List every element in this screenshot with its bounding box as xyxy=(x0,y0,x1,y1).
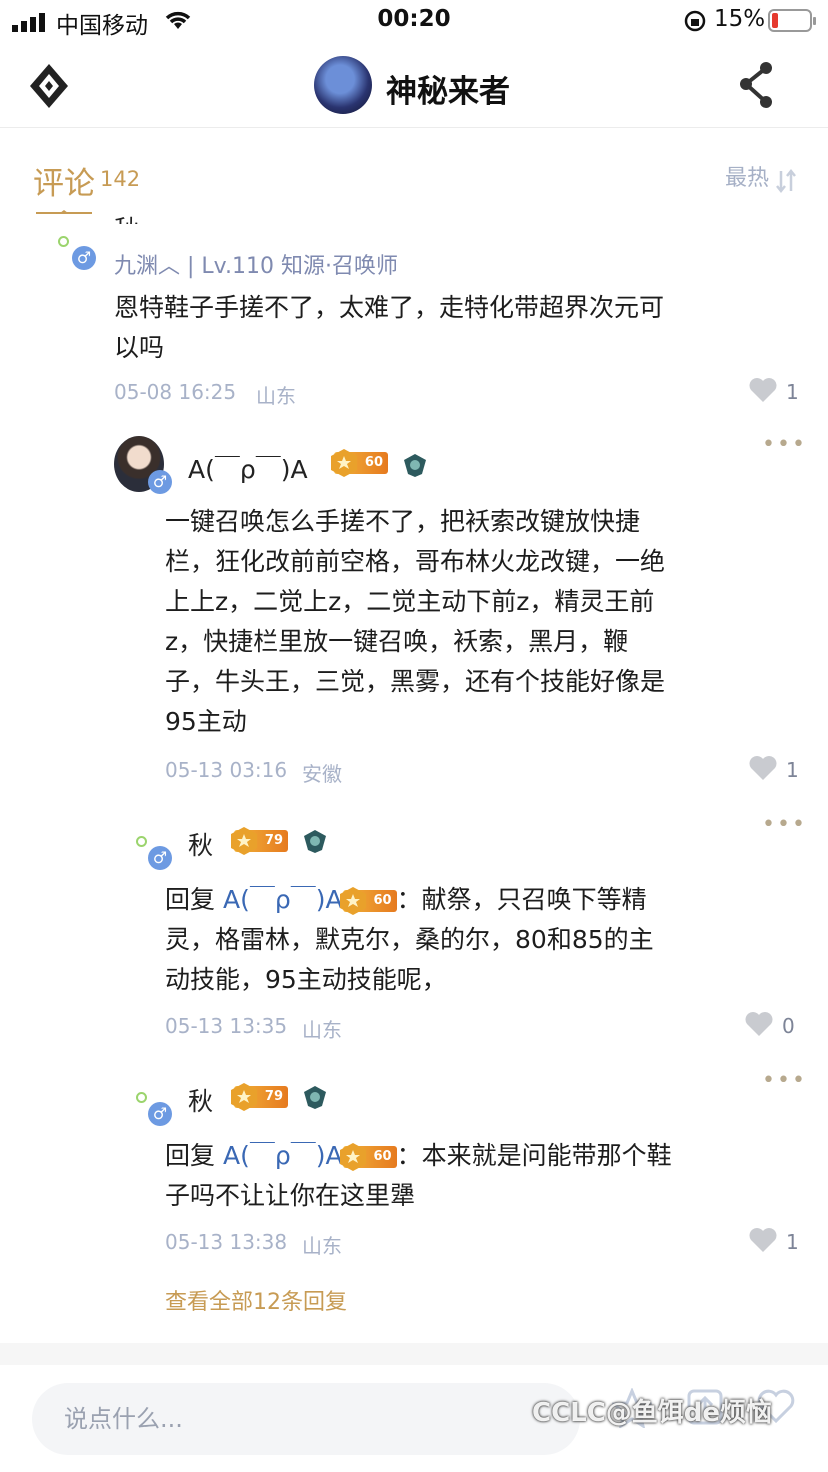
comment-line: 以吗 xyxy=(114,333,165,362)
comment-input-wrapper xyxy=(32,1383,580,1455)
page-title: 神秘来者 xyxy=(386,74,510,110)
comment-line: 回复 A(￣ρ￣)A 60 ：献祭，只召唤下等精 xyxy=(165,880,785,920)
comment-item: ♂ 秋 79 ••• 回复 A(￣ρ￣)A 60 ：本来就是问能带那个鞋 子吗不让让… xyxy=(0,1066,828,1266)
reply-prefix: 回复 xyxy=(165,1141,216,1170)
comment-time: 05-13 13:35 xyxy=(165,1014,288,1038)
comment-body: 回复 A(￣ρ￣)A 60 ：献祭，只召唤下等精 灵，格雷林，默克尔，桑的尔，80和… xyxy=(165,880,785,1000)
heart-icon[interactable] xyxy=(744,1010,774,1038)
comment-line: 回复 A(￣ρ￣)A 60 ：本来就是问能带那个鞋 xyxy=(165,1136,785,1176)
author-avatar[interactable] xyxy=(314,56,372,114)
comment-line: 动技能，95主动技能呢， xyxy=(165,965,447,994)
sort-button[interactable]: 最热 xyxy=(725,160,798,194)
comment-location: 山东 xyxy=(302,1018,342,1042)
comment-author-name[interactable]: 秋 xyxy=(114,210,139,224)
mention-link[interactable]: A(￣ρ￣)A xyxy=(223,885,343,914)
level-badge: 60 xyxy=(331,449,388,477)
like-count: 1 xyxy=(786,758,799,782)
comments-count: 142 xyxy=(100,167,141,191)
rank-emblem-icon xyxy=(404,454,426,477)
like-count: 1 xyxy=(786,1230,799,1254)
comment-body: 一键召唤怎么手搓不了，把袄索改键放快捷 栏，狂化改前前空格，哥布林火龙改键，一绝… xyxy=(165,502,785,742)
more-icon[interactable]: ••• xyxy=(762,432,807,457)
comment-location: 安徽 xyxy=(302,762,342,786)
like-count: 1 xyxy=(786,380,799,404)
comment-location: 山东 xyxy=(256,384,296,408)
comment-time: 05-13 13:38 xyxy=(165,1230,288,1254)
comment-author-meta: 九渊︿ | Lv.110 知源·召唤师 xyxy=(114,254,398,279)
level-number: 79 xyxy=(264,833,283,848)
comment-input[interactable] xyxy=(32,1383,580,1455)
comment-body: 恩特鞋子手搓不了，太难了，走特化带超界次元可 以吗 xyxy=(114,288,794,368)
comment-line: 一键召唤怎么手搓不了，把袄索改键放快捷 xyxy=(165,507,641,536)
lock-rotation-icon xyxy=(684,10,706,32)
male-icon: ♂ xyxy=(148,1102,172,1126)
back-diamond-icon[interactable] xyxy=(28,62,70,110)
level-hex-icon xyxy=(339,1143,366,1171)
comment-item: ♂ 秋 79 ••• 回复 A(￣ρ￣)A 60 ：献祭，只召唤下等精 灵，格雷林，… xyxy=(0,810,828,1050)
comment-text: ：本来就是问能带那个鞋 xyxy=(396,1141,672,1170)
male-icon: ♂ xyxy=(148,846,172,870)
comment-item: ♂ A(￣ρ￣)A 60 ••• 一键召唤怎么手搓不了，把袄索改键放快捷 栏，狂… xyxy=(0,430,828,800)
comment-line: 恩特鞋子手搓不了，太难了，走特化带超界次元可 xyxy=(114,293,665,322)
level-hex-icon xyxy=(231,1083,257,1111)
level-number: 79 xyxy=(264,1089,283,1104)
mention-link[interactable]: A(￣ρ￣)A xyxy=(223,1141,343,1170)
online-dot xyxy=(58,236,69,247)
heart-icon[interactable] xyxy=(748,1226,778,1254)
reply-prefix: 回复 xyxy=(165,885,216,914)
comment-author-name[interactable]: A(￣ρ￣)A xyxy=(188,450,308,486)
battery-icon xyxy=(768,9,816,32)
comment-line: 子吗不让让你在这里犟 xyxy=(165,1181,416,1210)
comment-line: 上上z，二觉上z，二觉主动下前z，精灵王前 xyxy=(165,587,655,616)
comment-location: 山东 xyxy=(302,1234,342,1258)
comment-line: 栏，狂化改前前空格，哥布林火龙改键，一绝 xyxy=(165,547,666,576)
level-badge: 60 xyxy=(339,1143,397,1171)
view-all-replies-link[interactable]: 查看全部12条回复 xyxy=(165,1284,347,1316)
share-icon[interactable] xyxy=(736,60,776,110)
sort-icon xyxy=(776,168,797,193)
male-icon: ♂ xyxy=(148,470,172,494)
comment-author-name[interactable]: 秋 xyxy=(188,826,213,862)
comment-text: ：献祭，只召唤下等精 xyxy=(396,885,647,914)
level-number: 60 xyxy=(373,1149,392,1164)
level-badge: 79 xyxy=(231,1083,288,1111)
like-count: 0 xyxy=(782,1014,795,1038)
heart-icon[interactable] xyxy=(748,376,778,404)
level-number: 60 xyxy=(364,455,383,470)
level-number: 60 xyxy=(373,893,392,908)
status-bar: 中国移动 00:20 15% xyxy=(0,0,828,44)
level-badge: 60 xyxy=(339,887,397,915)
comment-time: 05-13 03:16 xyxy=(165,758,288,782)
comment-item: 秋 ♂ 九渊︿ | Lv.110 知源·召唤师 恩特鞋子手搓不了，太难了，走特化… xyxy=(0,214,828,414)
comment-line: 95主动 xyxy=(165,707,247,736)
watermark: CCLC@鱼饵de烦恼 xyxy=(532,1398,773,1428)
battery-percent: 15% xyxy=(714,6,766,32)
heart-icon[interactable] xyxy=(748,754,778,782)
divider xyxy=(0,1343,828,1365)
more-icon[interactable]: ••• xyxy=(762,812,807,837)
level-hex-icon xyxy=(231,827,257,855)
comment-line: 子，牛头王，三觉，黑雾，还有个技能好像是 xyxy=(165,667,666,696)
rank-emblem-icon xyxy=(304,1086,326,1109)
comment-line: z，快捷栏里放一键召唤，袄索，黑月，鞭 xyxy=(165,627,629,656)
level-hex-icon xyxy=(331,449,357,477)
level-badge: 79 xyxy=(231,827,288,855)
comment-author-name[interactable]: 秋 xyxy=(188,1082,213,1118)
male-icon: ♂ xyxy=(72,246,96,270)
comments-title: 评论 xyxy=(33,166,95,202)
more-icon[interactable]: ••• xyxy=(762,1068,807,1093)
level-hex-icon xyxy=(339,887,366,915)
comment-body: 回复 A(￣ρ￣)A 60 ：本来就是问能带那个鞋 子吗不让让你在这里犟 xyxy=(165,1136,785,1216)
rank-emblem-icon xyxy=(304,830,326,853)
nav-header: 神秘来者 xyxy=(0,44,828,128)
comment-time: 05-08 16:25 xyxy=(114,380,237,404)
sort-label: 最热 xyxy=(725,166,770,191)
online-dot xyxy=(136,1092,147,1103)
comment-line: 灵，格雷林，默克尔，桑的尔，80和85的主 xyxy=(165,925,654,954)
online-dot xyxy=(136,836,147,847)
